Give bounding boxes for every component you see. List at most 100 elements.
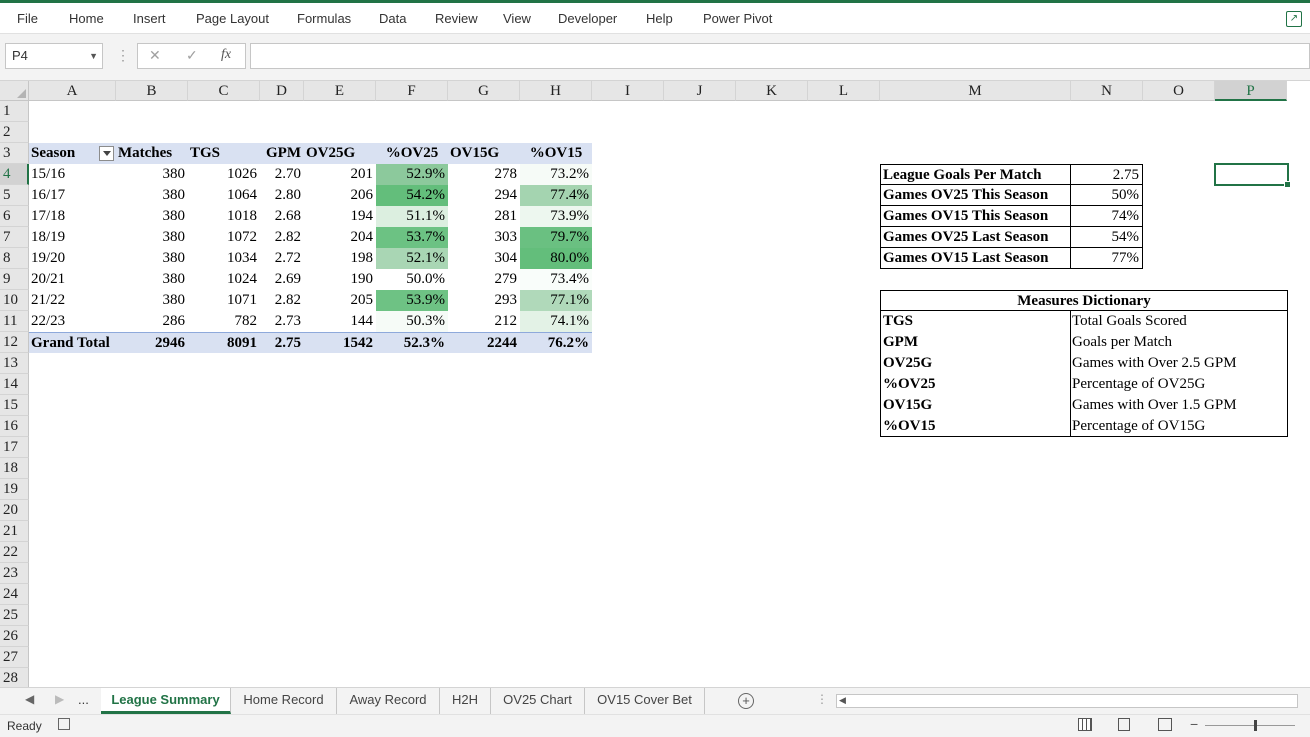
dictionary-term[interactable]: TGS [880, 311, 1071, 332]
column-header-b[interactable]: B [116, 81, 188, 101]
row-header-14[interactable]: 14 [0, 374, 29, 395]
row-header-12[interactable]: 12 [0, 332, 29, 353]
add-sheet-icon[interactable]: + [738, 693, 754, 709]
pivot-header-gpm[interactable]: GPM [260, 143, 304, 164]
column-header-k[interactable]: K [736, 81, 808, 101]
dictionary-definition[interactable]: Goals per Match [1070, 332, 1288, 353]
pivot-cell[interactable]: 190 [304, 269, 376, 290]
kpi-label[interactable]: Games OV15 Last Season [880, 248, 1071, 269]
row-header-9[interactable]: 9 [0, 269, 29, 290]
row-header-25[interactable]: 25 [0, 605, 29, 626]
worksheet-grid[interactable]: ABCDEFGHIJKLMNOP 1 2 3 4 5 6 7 8 9 10 11 12 13 14 15 16… [0, 81, 1310, 687]
pivot-cell[interactable]: 201 [304, 164, 376, 185]
sheet-tab-ov25-chart[interactable]: OV25 Chart [491, 688, 585, 714]
pivot-cell[interactable]: 73.2% [520, 164, 592, 185]
column-header-i[interactable]: I [592, 81, 664, 101]
sheet-tab-league-summary[interactable]: League Summary [101, 688, 231, 714]
pivot-cell[interactable]: 194 [304, 206, 376, 227]
column-header-c[interactable]: C [188, 81, 260, 101]
kpi-label[interactable]: Games OV25 This Season [880, 185, 1071, 206]
pivot-cell[interactable]: 2.73 [260, 311, 304, 332]
select-all-button[interactable] [0, 81, 29, 101]
function-icon[interactable]: fx [221, 47, 231, 63]
row-header-13[interactable]: 13 [0, 353, 29, 374]
pivot-cell[interactable]: 80.0% [520, 248, 592, 269]
row-header-21[interactable]: 21 [0, 521, 29, 542]
ribbon-tab-page-layout[interactable]: Page Layout [196, 11, 269, 26]
ribbon-tab-data[interactable]: Data [379, 11, 406, 26]
pivot-cell[interactable]: 286 [116, 311, 188, 332]
pivot-cell[interactable]: 53.9% [376, 290, 448, 311]
pivot-cell[interactable]: 50.3% [376, 311, 448, 332]
row-header-23[interactable]: 23 [0, 563, 29, 584]
dictionary-definition[interactable]: Total Goals Scored [1070, 311, 1288, 332]
scroll-left-arrow-icon[interactable]: ◀ [839, 695, 846, 706]
pivot-cell[interactable]: 77.4% [520, 185, 592, 206]
pivot-cell[interactable]: 19/20 [29, 248, 116, 269]
pivot-cell[interactable]: 380 [116, 227, 188, 248]
pivot-cell[interactable]: 144 [304, 311, 376, 332]
enter-icon[interactable]: ✓ [186, 47, 198, 64]
ribbon-tab-file[interactable]: File [17, 11, 38, 26]
cancel-icon[interactable]: ✕ [149, 47, 161, 64]
ribbon-tab-review[interactable]: Review [435, 11, 478, 26]
dictionary-definition[interactable]: Games with Over 2.5 GPM [1070, 353, 1288, 374]
row-header-22[interactable]: 22 [0, 542, 29, 563]
horizontal-scrollbar[interactable]: ◀ [836, 694, 1298, 708]
pivot-cell[interactable]: 212 [448, 311, 520, 332]
scroll-left-icon[interactable]: ◀ [25, 692, 34, 706]
row-header-17[interactable]: 17 [0, 437, 29, 458]
row-header-24[interactable]: 24 [0, 584, 29, 605]
pivot-cell[interactable]: 206 [304, 185, 376, 206]
dictionary-definition[interactable]: Games with Over 1.5 GPM [1070, 395, 1288, 416]
pivot-cell[interactable]: 50.0% [376, 269, 448, 290]
pivot-cell[interactable]: 73.9% [520, 206, 592, 227]
kpi-label[interactable]: Games OV25 Last Season [880, 227, 1071, 248]
row-header-3[interactable]: 3 [0, 143, 29, 164]
pivot-cell[interactable]: 2.80 [260, 185, 304, 206]
pivot-header-pct-ov25[interactable]: %OV25 [376, 143, 448, 164]
pivot-cell[interactable]: 205 [304, 290, 376, 311]
row-header-8[interactable]: 8 [0, 248, 29, 269]
row-header-26[interactable]: 26 [0, 626, 29, 647]
zoom-slider-track[interactable] [1205, 725, 1295, 726]
row-header-16[interactable]: 16 [0, 416, 29, 437]
season-filter-button[interactable] [99, 146, 114, 161]
grand-total-value[interactable]: 1542 [304, 332, 376, 353]
scroll-right-icon[interactable]: ▶ [55, 692, 64, 706]
grand-total-label[interactable]: Grand Total [29, 332, 116, 353]
zoom-slider-thumb[interactable] [1254, 720, 1257, 731]
column-header-d[interactable]: D [260, 81, 304, 101]
dictionary-term[interactable]: GPM [880, 332, 1071, 353]
pivot-cell[interactable]: 1026 [188, 164, 260, 185]
ribbon-tab-insert[interactable]: Insert [133, 11, 166, 26]
grand-total-value[interactable]: 2.75 [260, 332, 304, 353]
kpi-label[interactable]: Games OV15 This Season [880, 206, 1071, 227]
ribbon-tab-developer[interactable]: Developer [558, 11, 617, 26]
row-header-20[interactable]: 20 [0, 500, 29, 521]
pivot-cell[interactable]: 380 [116, 206, 188, 227]
grand-total-value[interactable]: 52.3% [376, 332, 448, 353]
pivot-cell[interactable]: 18/19 [29, 227, 116, 248]
column-header-m[interactable]: M [880, 81, 1071, 101]
row-header-10[interactable]: 10 [0, 290, 29, 311]
zoom-out-icon[interactable]: − [1190, 716, 1198, 732]
row-header-11[interactable]: 11 [0, 311, 29, 332]
pivot-cell[interactable]: 15/16 [29, 164, 116, 185]
row-header-4[interactable]: 4 [0, 164, 29, 185]
pivot-cell[interactable]: 2.82 [260, 227, 304, 248]
row-header-2[interactable]: 2 [0, 122, 29, 143]
sheet-tab-away-record[interactable]: Away Record [337, 688, 440, 714]
page-layout-view-icon[interactable] [1118, 718, 1130, 731]
column-header-l[interactable]: L [808, 81, 880, 101]
dictionary-term[interactable]: OV25G [880, 353, 1071, 374]
formula-input[interactable] [250, 43, 1310, 69]
accessibility-icon[interactable] [58, 718, 70, 730]
dictionary-term[interactable]: %OV25 [880, 374, 1071, 395]
pivot-cell[interactable]: 1064 [188, 185, 260, 206]
column-header-a[interactable]: A [29, 81, 116, 101]
column-header-g[interactable]: G [448, 81, 520, 101]
more-sheets-button[interactable]: ... [78, 692, 89, 707]
ribbon-tab-view[interactable]: View [503, 11, 531, 26]
pivot-cell[interactable]: 53.7% [376, 227, 448, 248]
